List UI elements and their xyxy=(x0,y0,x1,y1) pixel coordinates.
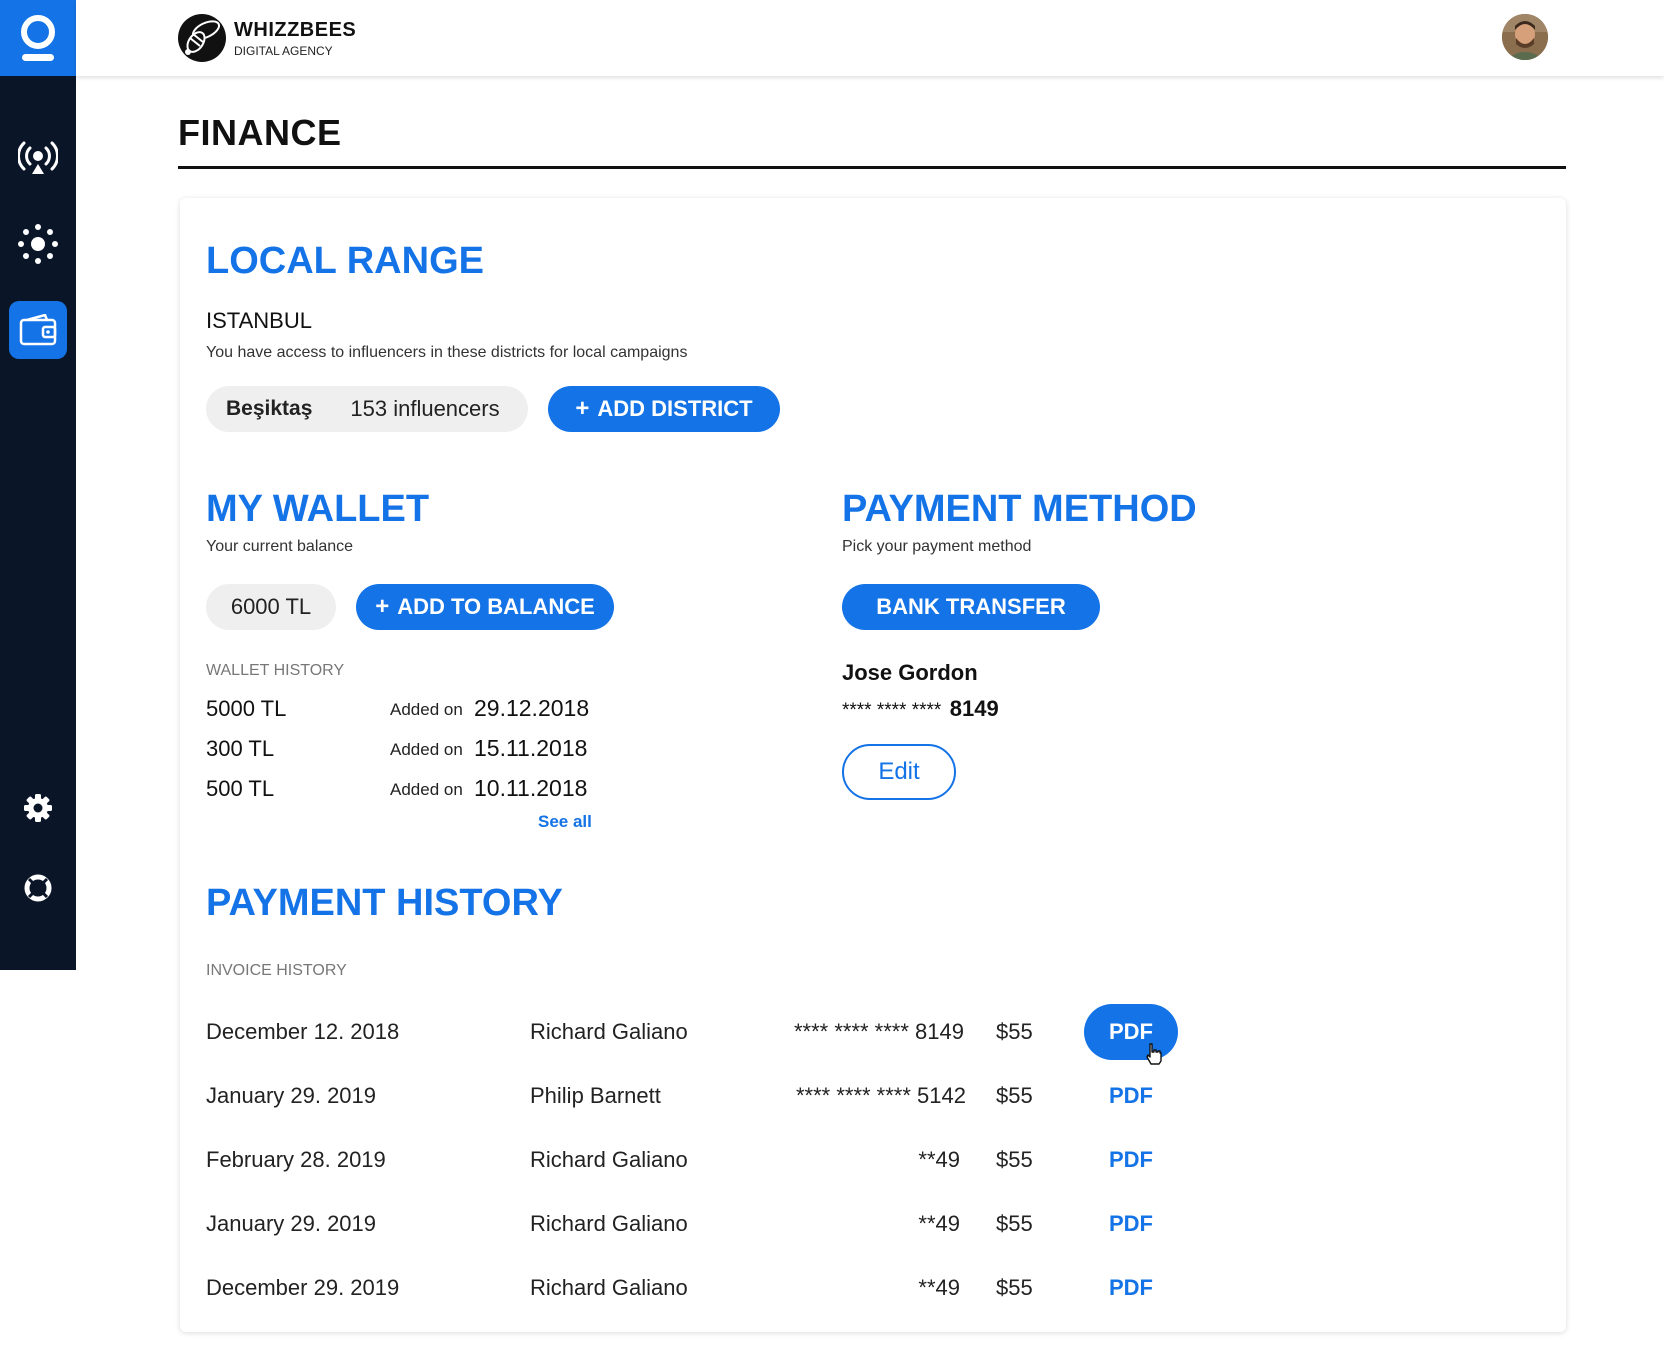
invoice-card: **49 xyxy=(918,1211,960,1236)
top-header: WHIZZBEES DIGITAL AGENCY xyxy=(76,0,1664,76)
payment-method-title: PAYMENT METHOD xyxy=(842,488,1197,530)
card-last-digits: 8149 xyxy=(949,696,999,721)
invoice-row: February 28. 2019 Richard Galiano **49 $… xyxy=(206,1130,1206,1190)
add-district-label: ADD DISTRICT xyxy=(597,396,753,421)
wallet-history-added-label: Added on xyxy=(390,780,463,799)
wallet-icon xyxy=(19,314,57,346)
wallet-history-row: 500 TL Added on 10.11.2018 xyxy=(206,772,606,808)
invoice-history-label: INVOICE HISTORY xyxy=(206,962,347,979)
wallet-history-label: WALLET HISTORY xyxy=(206,662,345,679)
sidebar-item-finance[interactable] xyxy=(0,300,76,360)
city-name: ISTANBUL xyxy=(206,308,312,333)
avatar-image xyxy=(1502,14,1548,60)
wallet-history-row: 5000 TL Added on 29.12.2018 xyxy=(206,692,606,728)
invoice-amount: $55 xyxy=(996,1019,1033,1044)
brand-name: WHIZZBEES xyxy=(234,18,357,41)
add-district-button[interactable]: + ADD DISTRICT xyxy=(548,386,780,432)
app-logo[interactable] xyxy=(0,0,76,76)
page-title: FINANCE xyxy=(178,112,342,153)
card-holder-name: Jose Gordon xyxy=(842,660,978,685)
invoice-amount: $55 xyxy=(996,1147,1033,1172)
invoice-amount: $55 xyxy=(996,1275,1033,1300)
local-range-description: You have access to influencers in these … xyxy=(206,344,688,361)
invoice-date: February 28. 2019 xyxy=(206,1147,386,1172)
title-divider xyxy=(178,166,1566,169)
bank-transfer-button[interactable]: BANK TRANSFER xyxy=(842,584,1100,630)
invoice-amount: $55 xyxy=(996,1083,1033,1108)
district-chip[interactable]: Beşiktaş 153 influencers xyxy=(206,386,528,432)
bee-logo-icon xyxy=(178,14,226,62)
wallet-history-added-label: Added on xyxy=(390,740,463,759)
invoice-card: **49 xyxy=(918,1275,960,1300)
wallet-history-amount: 5000 TL xyxy=(206,696,287,721)
wallet-balance: 6000 TL xyxy=(206,584,336,630)
lifebuoy-icon xyxy=(24,874,52,902)
sun-icon xyxy=(18,224,58,264)
brand-subtitle: DIGITAL AGENCY xyxy=(234,43,333,58)
local-range-title: LOCAL RANGE xyxy=(206,240,484,282)
wallet-subtitle: Your current balance xyxy=(206,538,354,555)
invoice-amount: $55 xyxy=(996,1211,1033,1236)
wallet-history-row: 300 TL Added on 15.11.2018 xyxy=(206,732,606,768)
invoice-name: Philip Barnett xyxy=(530,1083,661,1108)
cursor-hand-icon xyxy=(1146,1043,1162,1065)
invoice-row: January 29. 2019 Philip Barnett **** ***… xyxy=(206,1066,1206,1126)
sidebar-item-support[interactable] xyxy=(0,858,76,918)
invoice-row: December 29. 2019 Richard Galiano **49 $… xyxy=(206,1258,1206,1318)
payment-history-title: PAYMENT HISTORY xyxy=(206,882,563,924)
invoice-date: January 29. 2019 xyxy=(206,1083,377,1108)
district-name: Beşiktaş xyxy=(226,397,313,420)
sidebar xyxy=(0,0,76,970)
invoice-card: **49 xyxy=(918,1147,960,1172)
sidebar-item-broadcast[interactable] xyxy=(0,128,76,188)
wallet-history-date: 15.11.2018 xyxy=(474,735,588,761)
see-all-link[interactable]: See all xyxy=(538,812,592,832)
add-to-balance-button[interactable]: + ADD TO BALANCE xyxy=(356,584,614,630)
invoice-date: December 29. 2019 xyxy=(206,1275,400,1300)
card-mask: **** **** **** xyxy=(842,700,942,721)
invoice-date: December 12. 2018 xyxy=(206,1019,400,1044)
gear-icon xyxy=(24,794,52,822)
invoice-card: **** **** **** 8149 xyxy=(793,1019,964,1044)
broadcast-icon xyxy=(18,141,58,174)
invoice-pdf-button[interactable]: PDF xyxy=(1084,1260,1178,1316)
invoice-row: January 29. 2019 Richard Galiano **49 $5… xyxy=(206,1194,1206,1254)
add-to-balance-label: ADD TO BALANCE xyxy=(397,594,595,619)
wallet-history-date: 10.11.2018 xyxy=(474,775,588,801)
wallet-history-amount: 300 TL xyxy=(206,736,275,761)
invoice-pdf-button[interactable]: PDF xyxy=(1084,1196,1178,1252)
card-number: **** **** **** 8149 xyxy=(842,696,999,722)
wallet-history-amount: 500 TL xyxy=(206,776,275,801)
wallet-history-added-label: Added on xyxy=(390,700,463,719)
invoice-pdf-button[interactable]: PDF xyxy=(1084,1068,1178,1124)
brand-logo[interactable]: WHIZZBEES DIGITAL AGENCY xyxy=(176,12,356,64)
finance-card: LOCAL RANGE ISTANBUL You have access to … xyxy=(180,198,1566,1332)
edit-payment-button[interactable]: Edit xyxy=(842,744,956,800)
payment-method-subtitle: Pick your payment method xyxy=(842,538,1032,555)
district-influencer-count: 153 influencers xyxy=(350,396,500,421)
plus-icon: + xyxy=(375,593,390,620)
wallet-title: MY WALLET xyxy=(206,488,430,530)
wallet-history-date: 29.12.2018 xyxy=(474,695,590,721)
user-avatar[interactable] xyxy=(1502,14,1548,60)
invoice-date: January 29. 2019 xyxy=(206,1211,377,1236)
plus-icon: + xyxy=(575,395,590,422)
sidebar-item-settings[interactable] xyxy=(0,778,76,838)
invoice-pdf-button[interactable]: PDF xyxy=(1084,1132,1178,1188)
invoice-row: December 12. 2018 Richard Galiano **** *… xyxy=(206,1002,1206,1065)
sidebar-item-campaigns[interactable] xyxy=(0,214,76,274)
invoice-card: **** **** **** 5142 xyxy=(795,1083,966,1108)
app-logo-icon xyxy=(21,15,55,61)
